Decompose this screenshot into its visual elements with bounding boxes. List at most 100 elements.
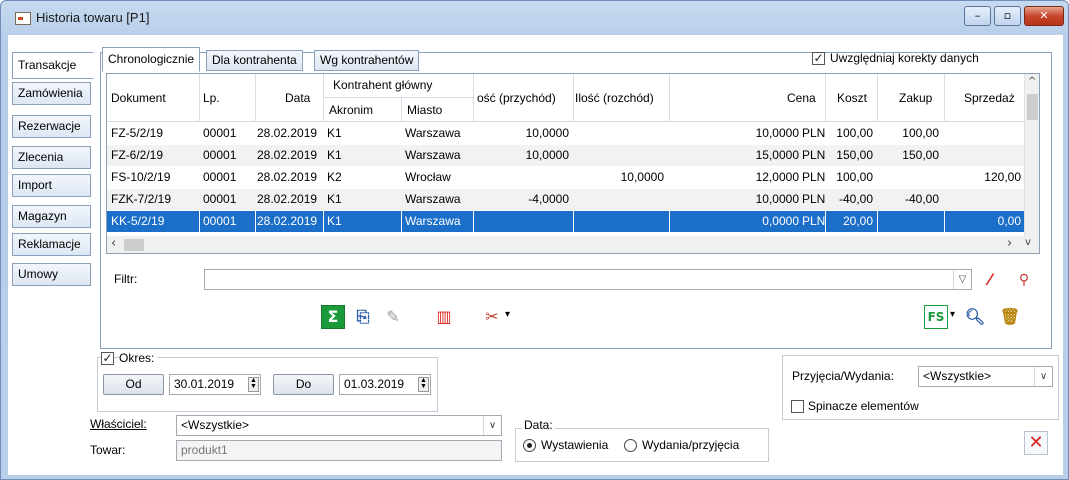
table-row[interactable]: FZ-6/2/19 00001 28.02.2019 K1 Warszawa 10,000…	[107, 145, 1025, 166]
cell-data: 28.02.2019	[257, 192, 318, 206]
close-button[interactable]: ✕	[1024, 6, 1064, 26]
korekty-checkbox[interactable]: ✓	[812, 52, 825, 65]
cell-miasto: Wrocław	[405, 170, 451, 184]
col-lp[interactable]: Lp.	[203, 91, 220, 105]
przyjecia-select[interactable]: <Wszystkie> ∨	[918, 366, 1053, 387]
towar-value: produkt1	[181, 443, 228, 457]
wydania-label[interactable]: Wydania/przyjęcia	[642, 438, 739, 452]
tab-transakcje[interactable]: Transakcje	[12, 52, 94, 79]
cell-koszt: 20,00	[842, 214, 873, 228]
delete-icon[interactable]: 🗑︎	[998, 305, 1022, 329]
search-icon[interactable]: 🔍︎	[963, 305, 987, 329]
wlasciciel-label: Właściciel:	[90, 417, 147, 431]
col-zakup[interactable]: Zakup	[899, 91, 932, 105]
przyjecia-label: Przyjęcia/Wydania:	[792, 369, 894, 383]
korekty-label: Uwzględniaj korekty danych	[830, 51, 979, 65]
horizontal-scrollbar[interactable]: ‹ › v	[107, 236, 1039, 253]
edit-icon[interactable]: ✎	[381, 305, 405, 329]
cell-akronim: K1	[327, 214, 342, 228]
document-tools-dropdown-icon[interactable]: ▾	[505, 309, 510, 320]
cell-lp: 00001	[203, 214, 237, 228]
od-button[interactable]: Od	[103, 374, 164, 395]
scroll-up-icon[interactable]: ^	[1028, 76, 1036, 87]
fs-icon[interactable]: FS	[924, 305, 948, 329]
okres-checkbox[interactable]: ✓	[101, 352, 114, 365]
col-kontrahent-glowny: Kontrahent główny	[333, 78, 433, 92]
przyjecia-dropdown-icon[interactable]: ∨	[1034, 367, 1052, 386]
spinacze-checkbox[interactable]	[791, 400, 804, 413]
tab-chronologicznie[interactable]: Chronologicznie	[102, 47, 201, 72]
export-icon[interactable]: ⎘	[351, 305, 375, 329]
tab-dla-kontrahenta[interactable]: Dla kontrahenta	[206, 50, 303, 71]
cell-cena: 0,0000	[762, 214, 799, 228]
filter-dropdown-icon[interactable]: ▽	[953, 270, 971, 289]
od-date-input[interactable]: 30.01.2019 ▲ ▼	[169, 374, 261, 395]
cell-sprzedaz: 0,00	[997, 214, 1021, 228]
scroll-left-icon[interactable]: ‹	[111, 236, 116, 251]
tab-zamowienia[interactable]: Zamówienia	[12, 82, 91, 105]
filter-input[interactable]: ▽	[204, 269, 972, 290]
table-row[interactable]: KK-5/2/19 00001 28.02.2019 K1 Warszawa 0,0000…	[107, 211, 1025, 232]
fs-dropdown-icon[interactable]: ▾	[950, 309, 955, 320]
close-window-icon[interactable]: ✕	[1024, 431, 1048, 455]
towar-input[interactable]: produkt1	[176, 440, 502, 461]
horizontal-scroll-thumb[interactable]	[124, 239, 144, 251]
scroll-down-icon[interactable]: v	[1025, 237, 1031, 248]
do-button[interactable]: Do	[273, 374, 334, 395]
filter-builder-icon[interactable]: ⚲	[1012, 268, 1036, 292]
cell-data: 28.02.2019	[257, 148, 318, 162]
tab-reklamacje[interactable]: Reklamacje	[12, 233, 91, 256]
cell-miasto: Warszawa	[405, 192, 461, 206]
cell-data: 28.02.2019	[257, 214, 318, 228]
sum-icon[interactable]: Σ	[321, 305, 345, 329]
maximize-button[interactable]: ▫	[994, 6, 1021, 26]
scroll-right-icon[interactable]: ›	[1007, 236, 1012, 251]
cell-waluta: PLN	[802, 192, 826, 206]
vertical-scroll-thumb[interactable]	[1027, 94, 1038, 120]
window-icon	[15, 12, 31, 25]
col-przychod[interactable]: ość (przychód)	[477, 91, 556, 105]
wlasciciel-dropdown-icon[interactable]: ∨	[483, 416, 501, 435]
minimize-button[interactable]: –	[964, 6, 991, 26]
col-sprzedaz[interactable]: Sprzedaż	[964, 91, 1015, 105]
col-data[interactable]: Data	[285, 91, 310, 105]
do-date-input[interactable]: 01.03.2019 ▲ ▼	[339, 374, 431, 395]
col-dokument[interactable]: Dokument	[111, 91, 166, 105]
cell-miasto: Warszawa	[405, 148, 461, 162]
wydania-radio[interactable]	[624, 439, 637, 452]
table-row[interactable]: FS-10/2/19 00001 28.02.2019 K2 Wrocław 10,000…	[107, 167, 1025, 188]
okres-label: Okres:	[119, 351, 158, 365]
tab-wg-kontrahentow[interactable]: Wg kontrahentów	[314, 50, 420, 71]
cell-data: 28.02.2019	[257, 170, 318, 184]
cell-dokument: FZK-7/2/19	[111, 192, 172, 206]
cell-cena: 12,0000	[755, 170, 799, 184]
grid-header: Dokument Lp. Data Kontrahent główny Akro…	[107, 74, 1025, 122]
tab-magazyn[interactable]: Magazyn	[12, 205, 91, 228]
tab-umowy[interactable]: Umowy	[12, 263, 91, 286]
col-cena[interactable]: Cena	[787, 91, 816, 105]
document-tools-icon[interactable]: ✂	[480, 305, 504, 329]
columns-icon[interactable]: ▥	[432, 305, 456, 329]
tab-import[interactable]: Import	[12, 174, 91, 197]
col-koszt[interactable]: Koszt	[837, 91, 867, 105]
od-date-spinner[interactable]: ▲ ▼	[248, 377, 259, 392]
spinacze-label: Spinacze elementów	[808, 399, 919, 413]
do-date-spinner[interactable]: ▲ ▼	[418, 377, 429, 392]
wystawienia-label[interactable]: Wystawienia	[541, 438, 608, 452]
cell-lp: 00001	[203, 148, 237, 162]
wystawienia-radio[interactable]	[523, 439, 536, 452]
col-miasto[interactable]: Miasto	[407, 103, 442, 117]
tab-zlecenia[interactable]: Zlecenia	[12, 146, 91, 169]
vertical-scrollbar[interactable]: ^	[1024, 74, 1039, 236]
cell-dokument: KK-5/2/19	[111, 214, 165, 228]
col-rozchod[interactable]: Ilość (rozchód)	[575, 91, 654, 105]
clear-filter-icon[interactable]: ⁄	[978, 268, 1002, 292]
cell-akronim: K1	[327, 126, 342, 140]
col-akronim[interactable]: Akronim	[329, 103, 373, 117]
cell-miasto: Warszawa	[405, 126, 461, 140]
table-row[interactable]: FZK-7/2/19 00001 28.02.2019 K1 Warszawa -4,00…	[107, 189, 1025, 210]
wlasciciel-select[interactable]: <Wszystkie> ∨	[176, 415, 502, 436]
table-row[interactable]: FZ-5/2/19 00001 28.02.2019 K1 Warszawa 10,000…	[107, 123, 1025, 144]
client-area: Transakcje Zamówienia Rezerwacje Zleceni…	[8, 35, 1063, 475]
tab-rezerwacje[interactable]: Rezerwacje	[12, 115, 91, 138]
